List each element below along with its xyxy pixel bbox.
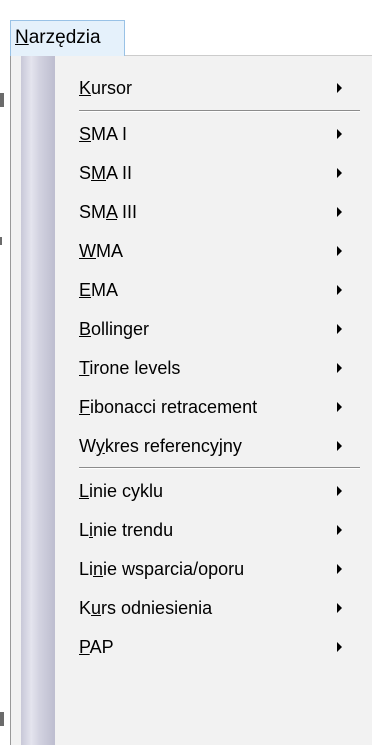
menu-item-ema[interactable]: EMA: [11, 273, 372, 307]
menu-item-kursor[interactable]: Kursor: [11, 71, 372, 105]
submenu-arrow-icon: [337, 441, 342, 451]
window-edge-mark: [0, 712, 4, 726]
menu-item-label: Linie trendu: [79, 520, 174, 540]
menu-item-label: EMA: [79, 280, 119, 300]
menu-separator: [79, 110, 360, 112]
submenu-arrow-icon: [337, 246, 342, 256]
menu-item-kurs-odniesienia[interactable]: Kurs odniesienia: [11, 591, 372, 625]
menu-item-label: Kursor: [79, 78, 133, 98]
menu-item-linie-trendu[interactable]: Linie trendu: [11, 513, 372, 547]
submenu-arrow-icon: [337, 168, 342, 178]
submenu-arrow-icon: [337, 642, 342, 652]
menu-item-label: Linie cyklu: [79, 481, 164, 501]
menu-item-label: Wykres referencyjny: [79, 436, 242, 456]
submenu-arrow-icon: [337, 402, 342, 412]
menu-item-sma-i[interactable]: SMA I: [11, 117, 372, 151]
menu-item-label: WMA: [79, 241, 123, 261]
menu-item-wykres-referencyjny[interactable]: Wykres referencyjny: [11, 429, 372, 463]
menu-narzedzia[interactable]: Narzędzia: [10, 20, 125, 56]
submenu-arrow-icon: [337, 285, 342, 295]
menu-narzedzia-label: Narzędzia: [15, 27, 101, 48]
menu-item-sma-ii[interactable]: SMA II: [11, 156, 372, 190]
menu-item-label: SMA I: [79, 124, 128, 144]
menu-item-fibonacci-retracement[interactable]: Fibonacci retracement: [11, 390, 372, 424]
menu-item-label: Kurs odniesienia: [79, 598, 213, 618]
menu-item-label: Fibonacci retracement: [79, 397, 258, 417]
menu-item-label: Linie wsparcia/oporu: [79, 559, 245, 579]
menu-item-wma[interactable]: WMA: [11, 234, 372, 268]
menu-item-linie-cyklu[interactable]: Linie cyklu: [11, 474, 372, 508]
menu-item-bollinger[interactable]: Bollinger: [11, 312, 372, 346]
menu-item-label: Bollinger: [79, 319, 150, 339]
menu-item-sma-iii[interactable]: SMA III: [11, 195, 372, 229]
submenu-arrow-icon: [337, 486, 342, 496]
submenu-arrow-icon: [337, 207, 342, 217]
window-edge-mark: [0, 93, 4, 107]
submenu-arrow-icon: [337, 525, 342, 535]
menu-item-label: SMA II: [79, 163, 133, 183]
submenu-arrow-icon: [337, 363, 342, 373]
submenu-arrow-icon: [337, 564, 342, 574]
menu-item-tirone-levels[interactable]: Tirone levels: [11, 351, 372, 385]
menu-item-linie-wsparcia-oporu[interactable]: Linie wsparcia/oporu: [11, 552, 372, 586]
submenu-arrow-icon: [337, 324, 342, 334]
submenu-arrow-icon: [337, 603, 342, 613]
menu-item-label: SMA III: [79, 202, 138, 222]
menu-item-label: PAP: [79, 637, 114, 657]
menu-item-label: Tirone levels: [79, 358, 181, 378]
dropdown-menu-narzedzia: Kursor SMA I SMA II SMA III WMA EMA Boll…: [10, 55, 372, 745]
window-edge-mark: [0, 237, 2, 245]
menu-separator: [79, 467, 360, 469]
menu-item-pap[interactable]: PAP: [11, 630, 372, 664]
submenu-arrow-icon: [337, 83, 342, 93]
submenu-arrow-icon: [337, 129, 342, 139]
